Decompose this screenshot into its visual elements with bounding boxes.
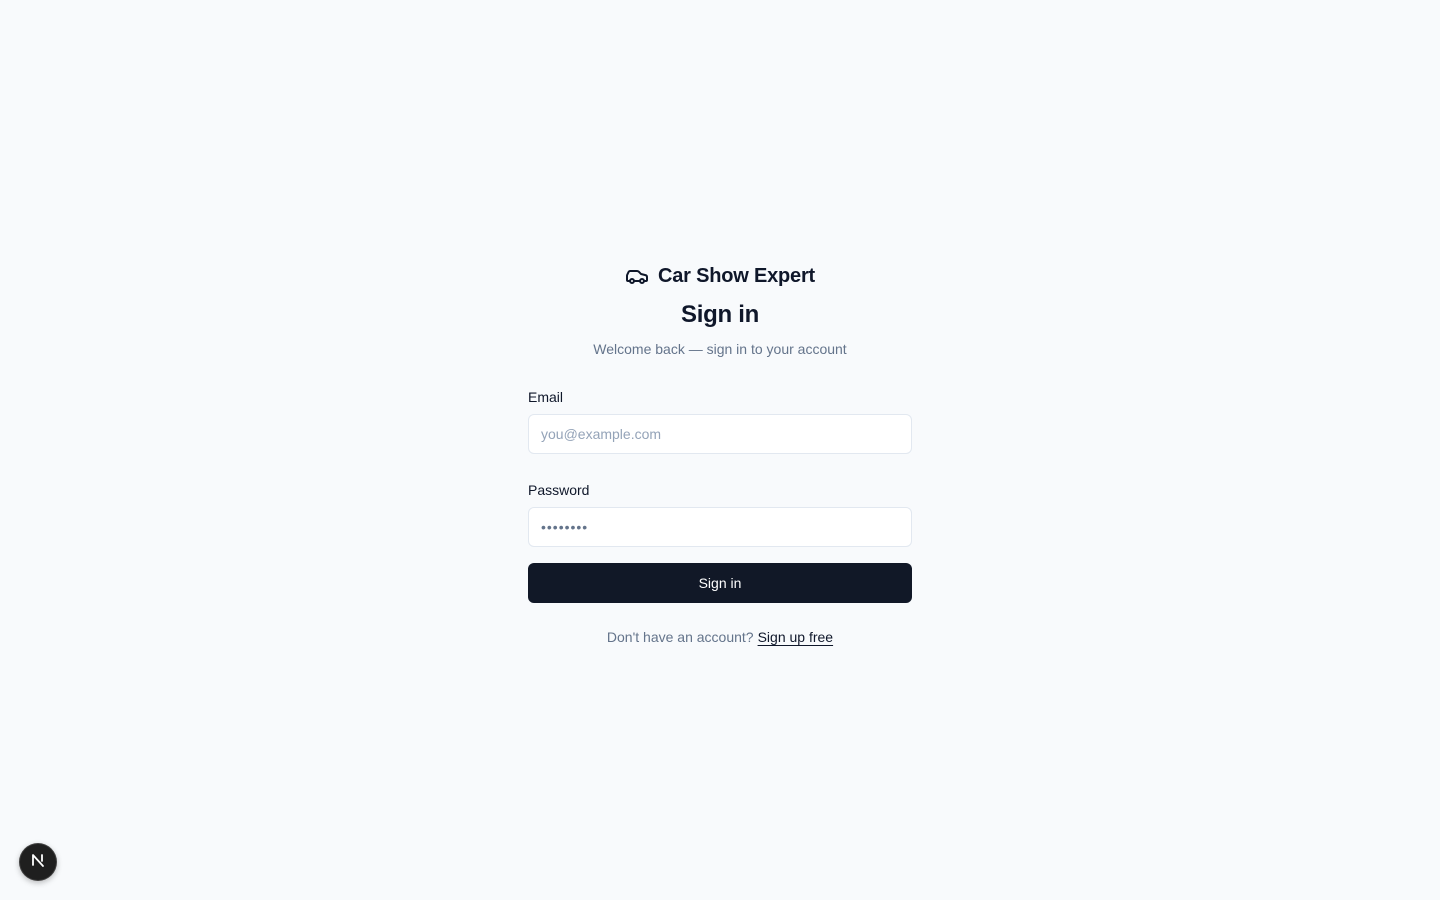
sign-in-form: Email Password Sign in [528,387,912,603]
nextjs-dev-badge[interactable] [19,843,57,881]
email-field-group: Email [528,387,912,454]
sign-up-link[interactable]: Sign up free [758,629,834,645]
auth-panel: Car Show Expert Sign in Welcome back — s… [528,262,912,647]
nextjs-icon [29,851,47,874]
password-field[interactable] [528,507,912,547]
page-subtitle: Welcome back — sign in to your account [593,341,847,357]
brand-header: Car Show Expert [528,262,912,290]
email-field[interactable] [528,414,912,454]
sign-in-page: Car Show Expert Sign in Welcome back — s… [0,0,1440,900]
page-title: Sign in [681,301,759,328]
password-label: Password [528,482,590,498]
sign-in-button[interactable]: Sign in [528,563,912,603]
password-field-group: Password [528,480,912,547]
brand-name: Car Show Expert [657,264,816,287]
email-label: Email [528,389,564,405]
car-icon [625,264,649,288]
signup-prompt: Don't have an account? [606,629,754,645]
signup-prompt-line: Don't have an account? Sign up free [528,627,912,647]
